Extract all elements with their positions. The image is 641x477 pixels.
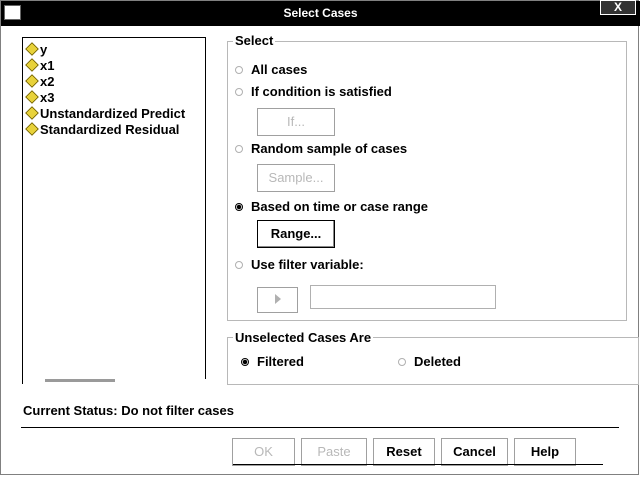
list-item[interactable]: Standardized Residual [25,122,179,138]
list-item[interactable]: Unstandardized Predict [25,106,185,122]
variable-list[interactable]: y x1 x2 x3 Unstandardized Predict Standa… [22,37,206,384]
radio-all-cases[interactable]: All cases [235,62,307,78]
radio-filtered[interactable]: Filtered [241,354,304,370]
reset-button[interactable]: Reset [373,438,435,466]
list-item[interactable]: y [25,42,47,58]
list-item[interactable]: x3 [25,90,54,106]
divider [21,427,619,428]
footer-divider [233,464,603,465]
radio-if-condition[interactable]: If condition is satisfied [235,84,392,100]
current-status: Current Status: Do not filter cases [23,403,234,418]
radio-deleted[interactable]: Deleted [398,354,461,370]
arrow-right-icon [274,294,281,304]
cancel-button[interactable]: Cancel [441,438,508,466]
radio-indicator [235,261,243,269]
radio-indicator [235,145,243,153]
numeric-variable-icon [25,58,39,72]
radio-indicator [398,358,406,366]
paste-button[interactable]: Paste [301,438,367,466]
window-title: Select Cases [283,6,358,20]
scrollbar-thumb[interactable] [45,379,115,382]
numeric-variable-icon [25,42,39,56]
list-item[interactable]: x1 [25,58,54,74]
sample-button[interactable]: Sample... [257,164,335,192]
radio-indicator-selected [241,358,249,366]
move-variable-button[interactable] [257,287,298,313]
radio-random-sample[interactable]: Random sample of cases [235,141,407,157]
ok-button[interactable]: OK [232,438,295,466]
close-button[interactable]: X [600,0,636,15]
range-button[interactable]: Range... [257,220,335,248]
filter-variable-field[interactable] [310,285,496,309]
select-group-label: Select [233,33,276,48]
radio-time-range[interactable]: Based on time or case range [235,199,428,215]
if-button[interactable]: If... [257,108,335,136]
unselected-cases-label: Unselected Cases Are [233,330,374,345]
scale-variable-icon [25,106,39,120]
numeric-variable-icon [25,74,39,88]
radio-indicator [235,66,243,74]
scale-variable-icon [25,122,39,136]
list-item[interactable]: x2 [25,74,54,90]
numeric-variable-icon [25,90,39,104]
radio-indicator-selected [235,203,243,211]
title-bar: Select Cases X [1,0,640,26]
help-button[interactable]: Help [514,438,576,466]
horizontal-scrollbar[interactable] [23,379,206,384]
radio-filter-variable[interactable]: Use filter variable: [235,257,364,273]
select-cases-dialog: Select Cases X y x1 x2 x3 Unstandardized… [0,0,640,475]
radio-indicator [235,88,243,96]
